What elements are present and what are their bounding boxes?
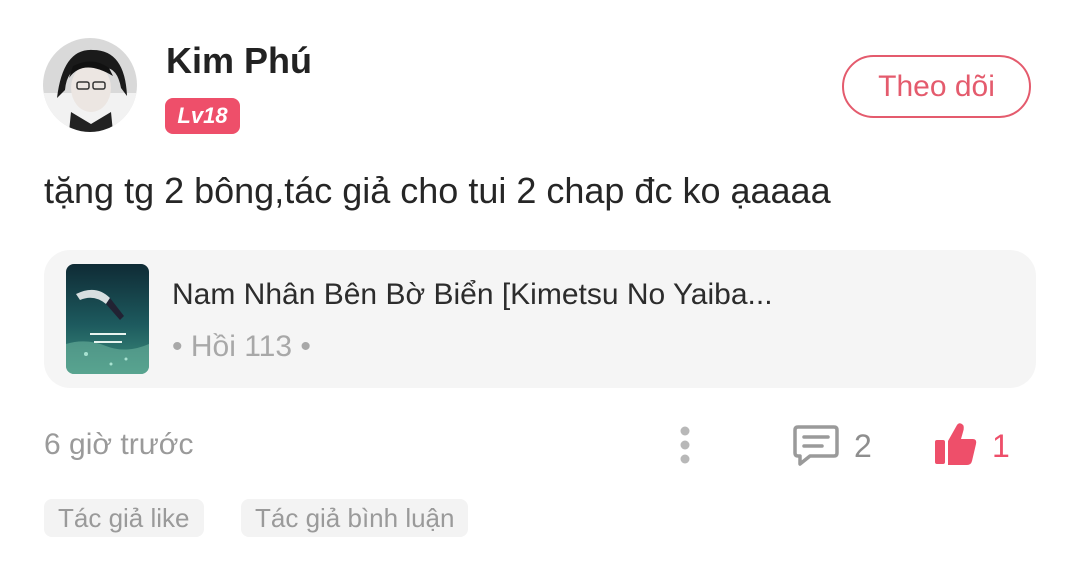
- like-count: 1: [992, 428, 1010, 464]
- comment-count: 2: [854, 428, 872, 464]
- username[interactable]: Kim Phú: [166, 40, 312, 82]
- more-vertical-icon[interactable]: [674, 424, 696, 466]
- thumbs-up-icon[interactable]: [933, 421, 979, 467]
- timestamp: 6 giờ trước: [44, 428, 194, 461]
- story-title[interactable]: Nam Nhân Bên Bờ Biển [Kimetsu No Yaiba..…: [172, 278, 773, 312]
- tag-author-like: Tác giả like: [44, 499, 204, 537]
- avatar[interactable]: [43, 38, 137, 132]
- comment-text: tặng tg 2 bông,tác giả cho tui 2 chap đc…: [44, 170, 831, 211]
- level-badge: Lv18: [165, 98, 240, 134]
- comment-icon[interactable]: [792, 423, 840, 467]
- story-chapter: • Hồi 113 •: [172, 330, 311, 363]
- story-cover-image: [66, 264, 149, 374]
- follow-button[interactable]: Theo dõi: [842, 55, 1031, 118]
- story-card[interactable]: Nam Nhân Bên Bờ Biển [Kimetsu No Yaiba..…: [44, 250, 1036, 388]
- tag-author-comment: Tác giả bình luận: [241, 499, 469, 537]
